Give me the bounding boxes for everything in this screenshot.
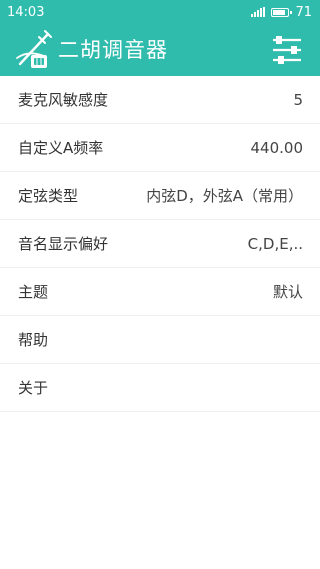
setting-label: 自定义A频率 bbox=[18, 139, 104, 157]
setting-help[interactable]: 帮助 bbox=[0, 316, 320, 364]
setting-value: 默认 bbox=[272, 283, 303, 301]
battery-percent: 71 bbox=[295, 4, 312, 20]
status-icons: 71 bbox=[251, 5, 312, 20]
signal-icon bbox=[251, 7, 266, 17]
sliders-icon[interactable] bbox=[270, 34, 304, 66]
status-time: 14:03 bbox=[7, 4, 45, 20]
app-title: 二胡调音器 bbox=[58, 38, 168, 62]
setting-value: C,D,E,.. bbox=[247, 234, 303, 253]
setting-note-name-display[interactable]: 音名显示偏好 C,D,E,.. bbox=[0, 220, 320, 268]
status-bar: 14:03 71 bbox=[0, 0, 320, 24]
setting-value: 5 bbox=[293, 90, 303, 109]
setting-tuning-type[interactable]: 定弦类型 内弦D，外弦A（常用） bbox=[0, 172, 320, 220]
setting-label: 定弦类型 bbox=[18, 187, 79, 205]
battery-icon bbox=[271, 7, 293, 17]
erhu-icon bbox=[16, 30, 52, 68]
setting-theme[interactable]: 主题 默认 bbox=[0, 268, 320, 316]
setting-mic-sensitivity[interactable]: 麦克风敏感度 5 bbox=[0, 76, 320, 124]
settings-list: 麦克风敏感度 5 自定义A频率 440.00 定弦类型 内弦D，外弦A（常用） … bbox=[0, 76, 320, 412]
setting-label: 音名显示偏好 bbox=[18, 235, 109, 253]
setting-label: 关于 bbox=[18, 379, 49, 397]
app-bar: 二胡调音器 bbox=[0, 24, 320, 76]
setting-value: 内弦D，外弦A（常用） bbox=[146, 187, 303, 205]
setting-value: 440.00 bbox=[250, 138, 304, 157]
screen: 14:03 71 二胡调音器 麦克风敏感度 5 自定义A频率 440.00 定弦… bbox=[0, 0, 320, 569]
setting-about[interactable]: 关于 bbox=[0, 364, 320, 412]
setting-label: 麦克风敏感度 bbox=[18, 91, 109, 109]
setting-custom-a-frequency[interactable]: 自定义A频率 440.00 bbox=[0, 124, 320, 172]
setting-label: 主题 bbox=[18, 283, 49, 301]
setting-label: 帮助 bbox=[18, 331, 49, 349]
